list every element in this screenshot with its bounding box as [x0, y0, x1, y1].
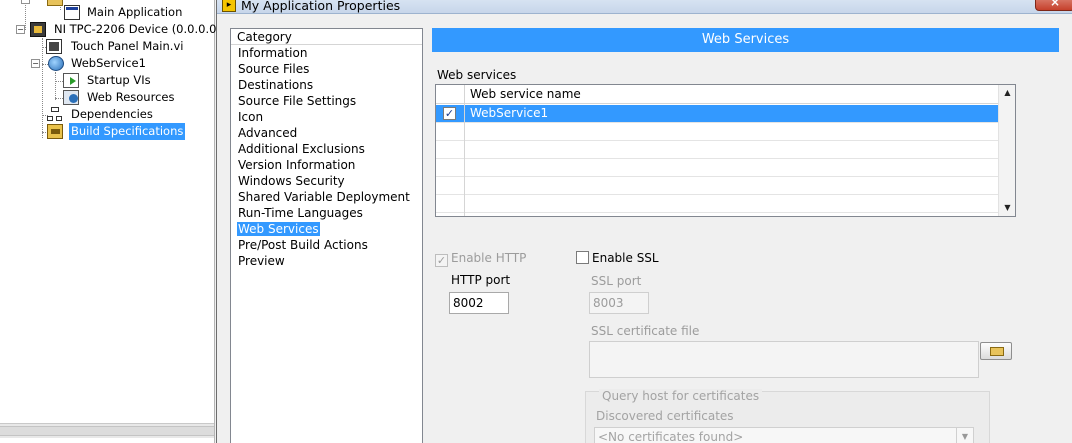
category-item-source-files[interactable]: Source Files: [231, 61, 422, 77]
discovered-certificates-select[interactable]: <No certificates found> ▼: [594, 427, 974, 443]
query-host-certificates-label: Query host for certificates: [599, 389, 763, 403]
tree-connector: [55, 98, 63, 99]
category-item-pre-post-build-actions[interactable]: Pre/Post Build Actions: [231, 237, 422, 253]
table-vertical-scrollbar[interactable]: ▲ ▼: [998, 85, 1015, 216]
web-resources-icon: [63, 90, 79, 105]
section-banner: Web Services: [432, 28, 1059, 52]
tree-item-label: Startup VIs: [87, 73, 151, 87]
tree-item-label: Main Application: [87, 5, 183, 19]
vi-icon: [46, 39, 62, 54]
tree-item-label: Build Specifications: [69, 123, 186, 140]
properties-dialog: ▸ My Application Properties × Category I…: [216, 0, 1072, 443]
http-port-label: HTTP port: [451, 273, 511, 287]
web-service-name-cell: WebService1: [470, 106, 549, 120]
application-icon: [64, 5, 80, 20]
tree-item-webservice1[interactable]: WebService1: [48, 55, 214, 72]
dialog-title: My Application Properties: [241, 0, 401, 13]
web-services-label: Web services: [437, 68, 517, 82]
table-row[interactable]: [436, 123, 998, 141]
scroll-down-icon[interactable]: ▼: [999, 200, 1015, 216]
scroll-up-icon[interactable]: ▲: [999, 85, 1015, 101]
web-services-table[interactable]: Web service name ✓ WebService1 ▲ ▼: [435, 84, 1016, 217]
ssl-certificate-file-input[interactable]: [589, 341, 979, 378]
tree-connector: [25, 0, 26, 30]
table-row[interactable]: [436, 177, 998, 195]
category-item-windows-security[interactable]: Windows Security: [231, 173, 422, 189]
dependencies-icon: [47, 107, 63, 122]
build-specifications-icon: [47, 124, 63, 139]
scrollbar-thumb[interactable]: [0, 426, 214, 436]
ssl-certificate-file-label: SSL certificate file: [591, 324, 700, 338]
category-item-additional-exclusions[interactable]: Additional Exclusions: [231, 141, 422, 157]
tree-expander[interactable]: −: [16, 25, 25, 34]
discovered-certificates-label: Discovered certificates: [596, 409, 734, 423]
tree-connector: [55, 72, 56, 100]
tree-item-web-resources[interactable]: Web Resources: [63, 89, 213, 106]
tree-horizontal-scrollbar[interactable]: [0, 423, 214, 438]
folder-open-icon: [990, 347, 1004, 356]
browse-folder-button[interactable]: [980, 342, 1012, 360]
category-item-destinations[interactable]: Destinations: [231, 77, 422, 93]
category-item-advanced[interactable]: Advanced: [231, 125, 422, 141]
tree-item-build-specifications[interactable]: Build Specifications: [47, 123, 213, 140]
enable-http-label: Enable HTTP: [451, 251, 527, 265]
tree-item-touch-panel-main-vi[interactable]: Touch Panel Main.vi: [46, 38, 214, 55]
ssl-port-input[interactable]: 8003: [589, 292, 649, 314]
labview-app-icon: ▸: [222, 0, 236, 12]
selected-certificate-value: <No certificates found>: [598, 430, 744, 443]
category-item-web-services[interactable]: Web Services: [231, 221, 422, 237]
folder-icon: [47, 0, 63, 6]
category-item-preview[interactable]: Preview: [231, 253, 422, 269]
category-item-shared-variable-deployment[interactable]: Shared Variable Deployment: [231, 189, 422, 205]
ssl-port-label: SSL port: [591, 274, 642, 288]
table-row[interactable]: [436, 141, 998, 159]
web-service-globe-icon: [48, 56, 64, 71]
chevron-down-icon[interactable]: ▼: [956, 428, 973, 443]
tree-expander[interactable]: −: [31, 59, 40, 68]
tree-item-label: Dependencies: [71, 107, 153, 121]
dialog-titlebar[interactable]: ▸ My Application Properties ×: [217, 0, 1072, 14]
category-item-source-file-settings[interactable]: Source File Settings: [231, 93, 422, 109]
checkbox-checked-icon: ✓: [435, 254, 448, 267]
close-button[interactable]: ×: [1035, 0, 1072, 11]
tree-expander[interactable]: −: [21, 0, 30, 4]
tree-item-label: NI TPC-2206 Device (0.0.0.0): [54, 22, 221, 36]
table-row[interactable]: [436, 195, 998, 213]
tree-item-target-device[interactable]: NI TPC-2206 Device (0.0.0.0): [30, 21, 221, 38]
startup-vis-icon: [63, 73, 79, 88]
checkbox-unchecked-icon: [576, 251, 589, 264]
enable-ssl-label: Enable SSL: [592, 251, 659, 265]
tree-connector: [42, 38, 43, 138]
category-list[interactable]: Category Information Source Files Destin…: [230, 28, 423, 443]
touch-panel-device-icon: [30, 22, 46, 37]
tree-item-dependencies[interactable]: Dependencies: [47, 106, 213, 123]
tree-connector: [55, 81, 63, 82]
tree-item-label: Touch Panel Main.vi: [71, 39, 184, 53]
tree-item-startup-vis[interactable]: Startup VIs: [63, 72, 213, 89]
table-header: Web service name: [436, 85, 998, 104]
tree-item-label: WebService1: [71, 56, 146, 70]
row-checkbox[interactable]: ✓: [443, 107, 456, 120]
tree-item-main-application[interactable]: Main Application: [64, 4, 214, 21]
column-header-web-service-name: Web service name: [470, 87, 581, 101]
column-divider: [464, 85, 465, 216]
category-header: Category: [231, 29, 422, 45]
category-item-icon[interactable]: Icon: [231, 109, 422, 125]
category-item-run-time-languages[interactable]: Run-Time Languages: [231, 205, 422, 221]
category-item-information[interactable]: Information: [231, 45, 422, 61]
category-item-version-information[interactable]: Version Information: [231, 157, 422, 173]
table-row[interactable]: ✓ WebService1: [436, 105, 998, 123]
enable-ssl-checkbox[interactable]: Enable SSL: [576, 251, 659, 265]
http-port-input[interactable]: 8002: [449, 292, 509, 314]
table-row[interactable]: [436, 159, 998, 177]
tree-item-label: Web Resources: [87, 90, 175, 104]
project-tree: − Main Application − NI TPC-2206 Device …: [0, 0, 221, 443]
enable-http-checkbox[interactable]: ✓ Enable HTTP: [435, 251, 526, 267]
